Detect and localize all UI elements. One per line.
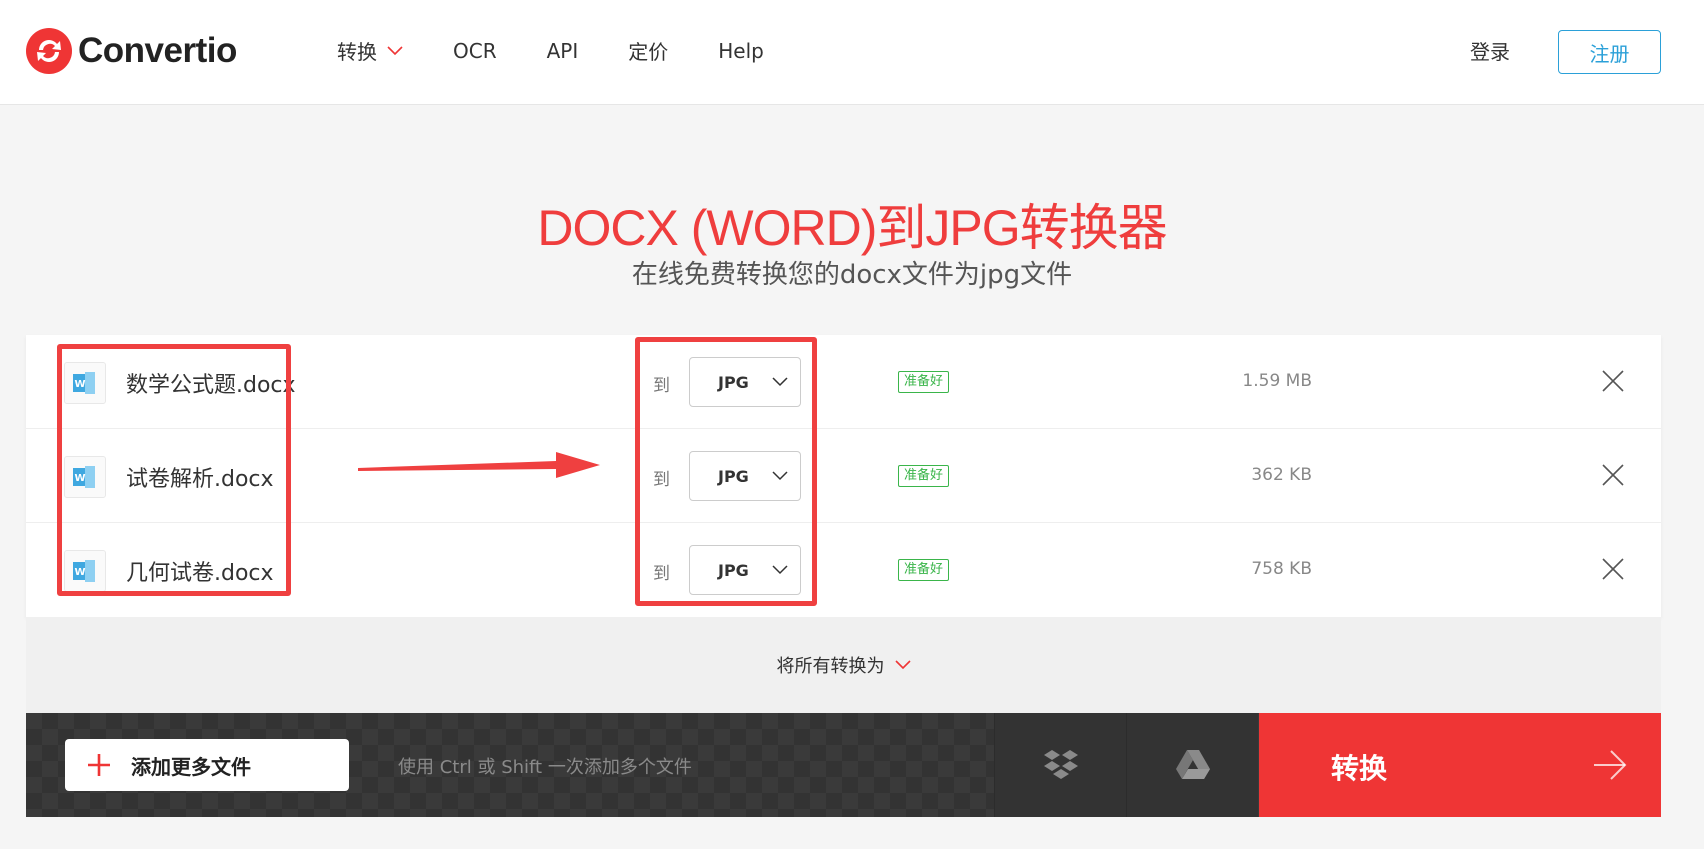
action-bar: 添加更多文件 使用 Ctrl 或 Shift 一次添加多个文件 转换 xyxy=(26,713,1661,817)
nav-api[interactable]: API xyxy=(547,39,579,63)
annotation-arrow-icon xyxy=(358,452,600,478)
nav-convert-label: 转换 xyxy=(337,40,377,64)
brand-logo[interactable]: Convertio xyxy=(26,28,237,74)
status-badge: 准备好 xyxy=(898,371,950,393)
file-size: 758 KB xyxy=(1251,559,1312,579)
add-more-files-label: 添加更多文件 xyxy=(131,754,251,779)
file-size: 362 KB xyxy=(1251,465,1312,485)
login-link[interactable]: 登录 xyxy=(1470,36,1510,65)
annotation-box-filenames xyxy=(57,344,291,596)
convert-button[interactable]: 转换 xyxy=(1259,713,1661,817)
status-badge: 准备好 xyxy=(898,559,950,581)
dropbox-icon xyxy=(1043,750,1078,779)
chevron-down-icon xyxy=(387,45,403,55)
nav-convert[interactable]: 转换 xyxy=(337,36,403,65)
convertio-logo-icon xyxy=(26,28,72,74)
convert-all-strip: 将所有转换为 xyxy=(26,617,1661,713)
close-icon[interactable] xyxy=(1601,557,1625,581)
annotation-box-formats xyxy=(635,337,817,606)
convert-label: 转换 xyxy=(1331,752,1388,785)
nav-ocr[interactable]: OCR xyxy=(453,39,497,63)
chevron-down-icon xyxy=(894,660,911,670)
top-header: Convertio 转换 OCR API 定价 Help 登录 注册 xyxy=(0,0,1704,105)
file-size: 1.59 MB xyxy=(1242,371,1312,391)
google-drive-icon xyxy=(1175,750,1210,779)
nav-pricing[interactable]: 定价 xyxy=(628,36,668,65)
brand-name: Convertio xyxy=(78,31,237,70)
arrow-right-icon xyxy=(1594,750,1627,780)
close-icon[interactable] xyxy=(1601,463,1625,487)
nav-help[interactable]: Help xyxy=(718,39,764,63)
page-title: DOCX (WORD)到JPG转换器 xyxy=(537,200,1167,256)
main-nav: 转换 OCR API 定价 Help xyxy=(337,36,814,65)
dropbox-button[interactable] xyxy=(994,713,1126,817)
close-icon[interactable] xyxy=(1601,369,1625,393)
multi-select-hint: 使用 Ctrl 或 Shift 一次添加多个文件 xyxy=(398,757,692,778)
convert-all-dropdown[interactable]: 将所有转换为 xyxy=(777,652,911,678)
add-more-files-button[interactable]: 添加更多文件 xyxy=(65,739,349,791)
status-badge: 准备好 xyxy=(898,465,950,487)
convert-all-label: 将所有转换为 xyxy=(776,656,885,677)
page-subtitle: 在线免费转换您的docx文件为jpg文件 xyxy=(631,260,1073,290)
google-drive-button[interactable] xyxy=(1126,713,1258,817)
signup-button[interactable]: 注册 xyxy=(1558,30,1661,74)
plus-icon xyxy=(88,754,110,776)
